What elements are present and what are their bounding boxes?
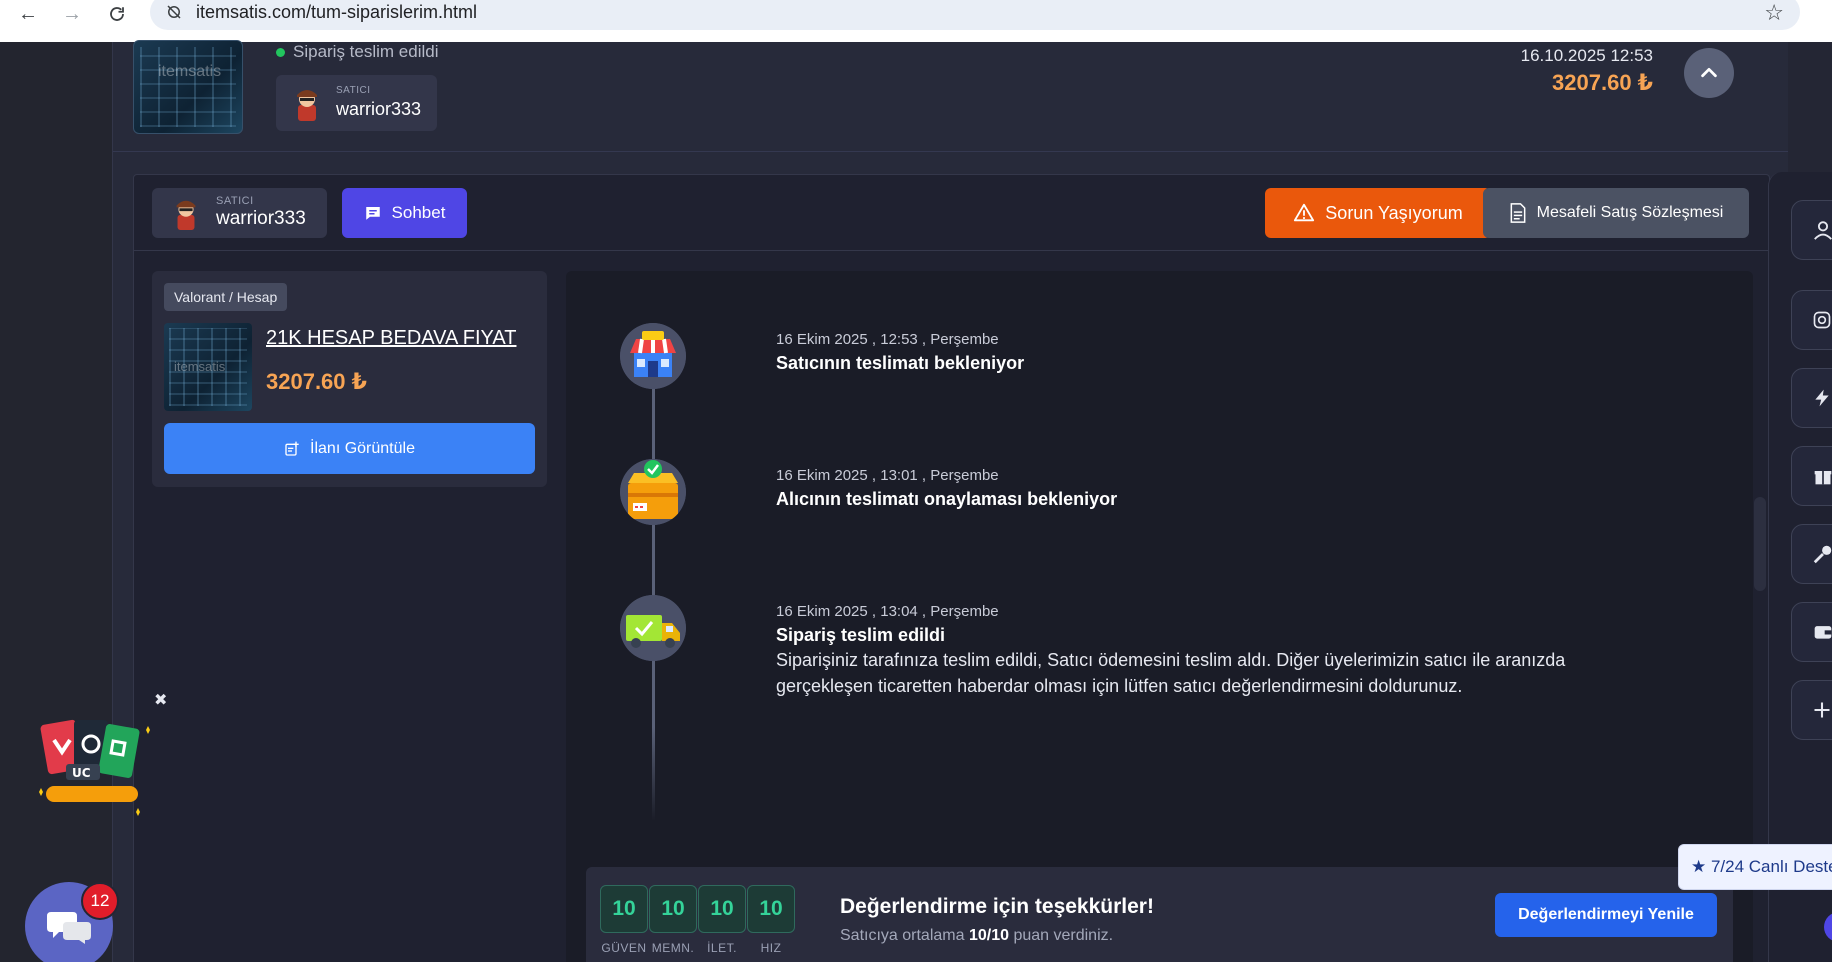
plus-icon[interactable] [1791,680,1832,740]
timeline-title: Alıcının teslimatı onaylaması bekleniyor [776,489,1118,509]
thumbnail-watermark: itemsatis [158,63,222,80]
chat-button[interactable]: Sohbet [342,188,467,238]
rating-average: 10/10 [968,927,1009,944]
seller-name[interactable]: warrior333 [216,208,306,230]
message-icon [365,207,380,220]
detail-seller-chip[interactable]: SATICI warrior333 [152,188,327,238]
document-icon [1510,203,1526,223]
score-communication: 10 [698,885,746,933]
score-speed: 10 [747,885,795,933]
bolt-icon[interactable] [1791,368,1832,428]
order-timeline: 16 Ekim 2025 , 12:53 , Perşembe Satıcını… [566,271,1753,962]
order-status-text: Sipariş teslim edildi [293,42,439,61]
chat-unread-badge: 12 [81,882,119,920]
rating-subtitle: Satıcıya ortalama 10/10 puan verdiniz. [840,927,1114,944]
collapse-button[interactable] [1684,48,1734,98]
renew-rating-button[interactable]: Değerlendirmeyi Yenile [1495,893,1717,937]
category-tag: Valorant / Hesap [164,283,288,311]
report-problem-button[interactable]: Sorun Yaşıyorum [1265,188,1491,238]
timeline-title: Satıcının teslimatı bekleniyor [776,353,1025,373]
gift-icon[interactable] [1791,446,1832,506]
distance-sales-contract-button[interactable]: Mesafeli Satış Sözleşmesi [1483,188,1749,238]
wallet-icon[interactable] [1791,602,1832,662]
url-text[interactable]: itemsatis.com/tum-siparislerim.html [196,2,477,23]
timeline-date: 16 Ekim 2025 , 13:04 , Perşembe [776,603,999,620]
page: itemsatis Sipariş teslim edildi SATICI w… [0,40,1832,962]
instagram-icon[interactable] [1791,290,1832,350]
left-gutter [0,42,113,962]
box-check-icon [620,459,686,525]
close-icon[interactable]: ✖ [154,690,167,710]
rating-summary: 10 GÜVEN 10 MEMN. 10 İLET. 10 HIZ Değerl… [586,867,1733,962]
view-listing-button[interactable]: İlanı Görüntüle [164,423,535,474]
timeline-line [652,351,655,821]
key-icon[interactable] [1791,524,1832,584]
browser-toolbar: ← → itemsatis.com/tum-siparislerim.html … [0,0,1832,42]
listing-add-icon [285,441,299,456]
order-thumbnail: itemsatis [133,40,243,134]
status-dot-icon [276,47,285,57]
seller-role: SATICI [216,195,254,207]
seller-role: SATICI [336,85,371,96]
timeline-description: Siparişiniz tarafınıza teslim edildi, Sa… [776,650,1566,696]
score-trust: 10 [600,885,648,933]
forward-icon[interactable]: → [58,0,86,28]
chat-bubbles-icon [47,912,91,944]
live-support-button[interactable]: ★ 7/24 Canlı Deste [1678,844,1832,890]
seller-avatar [297,90,317,121]
chat-button-label: Sohbet [391,203,446,222]
order-seller-chip[interactable]: SATICI warrior333 [276,75,437,131]
rating-title: Değerlendirme için teşekkürler! [840,895,1154,918]
contract-label: Mesafeli Satış Sözleşmesi [1536,204,1724,221]
timeline-title: Sipariş teslim edildi [776,625,946,645]
timeline-date: 16 Ekim 2025 , 13:01 , Perşembe [776,467,999,484]
score-satisfaction: 10 [649,885,697,933]
user-icon[interactable] [1791,200,1832,260]
view-listing-label: İlanı Görüntüle [310,439,415,457]
product-title-link[interactable]: 21K HESAP BEDAVA FIYAT [266,327,516,350]
seller-name[interactable]: warrior333 [336,99,421,120]
back-icon[interactable]: ← [14,0,42,28]
order-detail-panel: SATICI warrior333 Sohbet Sorun Yaşıyorum… [133,174,1770,962]
detail-toolbar: SATICI warrior333 Sohbet Sorun Yaşıyorum… [134,175,1769,251]
reload-icon[interactable] [103,0,131,28]
thumbnail-watermark: itemsatis [174,359,226,374]
address-bar[interactable]: itemsatis.com/tum-siparislerim.html ☆ [150,0,1800,30]
order-price: 3207.60 ₺ [1552,70,1653,95]
seller-avatar [176,200,196,230]
order-date: 16.10.2025 12:53 [1520,46,1653,65]
product-price: 3207.60 ₺ [266,369,367,394]
order-status: Sipariş teslim edildi [276,42,439,62]
svg-text:UC: UC [72,766,91,780]
games-promo-badge[interactable]: UC [36,712,156,822]
order-summary[interactable]: itemsatis Sipariş teslim edildi SATICI w… [113,40,1788,152]
truck-check-icon [620,595,686,661]
score-speed-label: HIZ [760,941,782,955]
bookmark-star-icon[interactable]: ☆ [1764,0,1784,26]
warning-icon [1294,203,1315,222]
store-icon [620,323,686,389]
report-problem-label: Sorun Yaşıyorum [1325,202,1463,223]
product-card: Valorant / Hesap itemsatis 21K HESAP BED… [152,271,547,487]
not-secure-icon[interactable] [164,2,184,22]
chevron-up-icon [1701,67,1717,78]
scrollbar-handle[interactable] [1754,497,1766,591]
timeline-date: 16 Ekim 2025 , 12:53 , Perşembe [776,331,999,348]
product-thumbnail[interactable]: itemsatis [164,323,252,411]
